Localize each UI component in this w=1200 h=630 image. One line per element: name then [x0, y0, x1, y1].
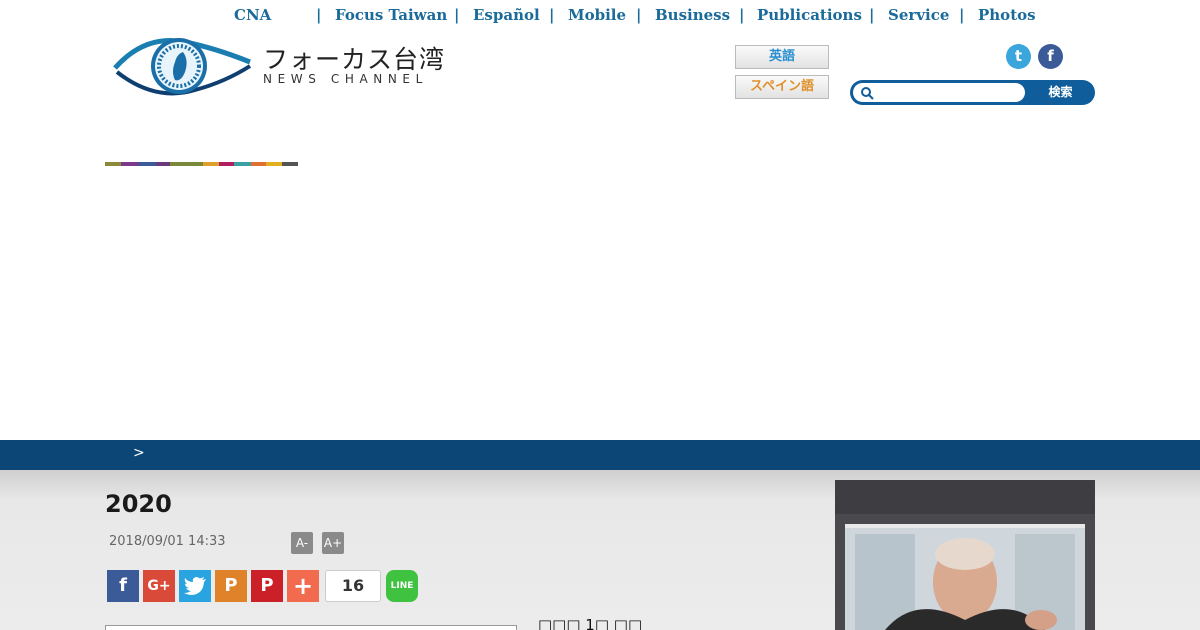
- nav-separator: |: [959, 6, 965, 24]
- search-button[interactable]: 検索: [1026, 80, 1095, 105]
- nav-publications-link[interactable]: Publications: [757, 4, 862, 26]
- twitter-bird-icon: [184, 577, 206, 595]
- font-size-increase-button[interactable]: A+: [322, 532, 344, 554]
- nav-separator: |: [869, 6, 875, 24]
- search-bar: 検索: [850, 80, 1095, 105]
- english-language-button[interactable]: 英語: [735, 45, 829, 69]
- article-lead-text: □□□ 1□ □□: [538, 616, 643, 630]
- nav-separator: |: [454, 6, 460, 24]
- sidebar-header: [835, 480, 1095, 514]
- article-title: 2020: [105, 490, 172, 518]
- nav-separator: |: [316, 6, 322, 24]
- decorative-color-strip: [105, 162, 298, 166]
- plurk-share-icon[interactable]: P: [215, 570, 247, 602]
- site-logo[interactable]: フォーカス台湾 NEWS CHANNEL: [105, 32, 455, 100]
- top-navigation: CNA | Focus Taiwan | Español | Mobile | …: [0, 4, 1200, 28]
- search-icon: [861, 87, 874, 100]
- nav-business-link[interactable]: Business: [655, 4, 730, 26]
- nav-espanol-link[interactable]: Español: [473, 4, 540, 26]
- nav-separator: |: [549, 6, 555, 24]
- article-date: 2018/09/01 14:33: [109, 534, 226, 549]
- nav-service-link[interactable]: Service: [888, 4, 949, 26]
- line-share-icon[interactable]: LINE: [386, 570, 418, 602]
- nav-separator: |: [739, 6, 745, 24]
- facebook-share-icon[interactable]: f: [107, 570, 139, 602]
- spanish-language-button[interactable]: スペイン語: [735, 75, 829, 99]
- twitter-share-icon[interactable]: [179, 570, 211, 602]
- breadcrumb-separator: >: [133, 445, 145, 461]
- pinterest-share-icon[interactable]: P: [251, 570, 283, 602]
- nav-separator: |: [636, 6, 642, 24]
- twitter-icon[interactable]: t: [1006, 44, 1031, 69]
- article-media-box: [105, 625, 517, 630]
- nav-focus-taiwan-link[interactable]: Focus Taiwan: [335, 4, 447, 26]
- breadcrumb: >: [0, 440, 1200, 470]
- add-share-icon[interactable]: +: [287, 570, 319, 602]
- sidebar-photo[interactable]: [845, 524, 1085, 630]
- share-count: 16: [325, 570, 381, 602]
- google-plus-share-icon[interactable]: G+: [143, 570, 175, 602]
- logo-title: フォーカス台湾: [263, 45, 446, 74]
- search-input[interactable]: [853, 83, 1025, 102]
- facebook-icon[interactable]: f: [1038, 44, 1063, 69]
- person-photo-icon: [845, 524, 1085, 630]
- nav-mobile-link[interactable]: Mobile: [568, 4, 626, 26]
- logo-subtitle: NEWS CHANNEL: [263, 72, 428, 86]
- eye-logo-icon: [113, 37, 252, 96]
- nav-photos-link[interactable]: Photos: [978, 4, 1036, 26]
- nav-cna-link[interactable]: CNA: [234, 4, 271, 26]
- font-size-decrease-button[interactable]: A-: [291, 532, 313, 554]
